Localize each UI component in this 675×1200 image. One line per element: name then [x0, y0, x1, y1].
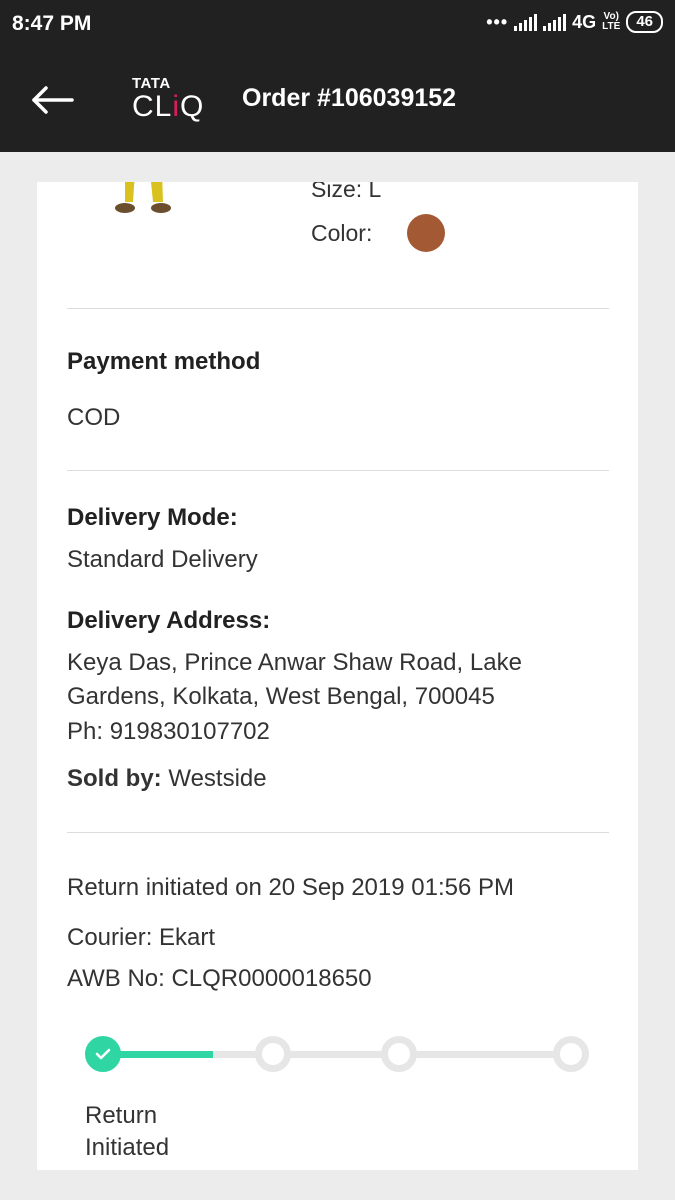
back-button[interactable]: [28, 80, 76, 120]
status-bar: 8:47 PM ••• 4G Vo) LTE 46: [0, 0, 675, 48]
product-color-swatch: [407, 214, 445, 252]
logo-cl: CL: [132, 90, 173, 123]
volte-icon: Vo) LTE: [602, 12, 620, 32]
network-type: 4G: [572, 11, 597, 32]
battery-icon: 46: [626, 11, 663, 33]
delivery-address-heading: Delivery Address:: [67, 607, 271, 634]
delivery-address: Keya Das, Prince Anwar Shaw Road, Lake G…: [67, 649, 522, 710]
sold-by-value: Westside: [168, 765, 267, 792]
step-2-node: [255, 1036, 291, 1072]
return-initiated-text: Return initiated on 20 Sep 2019 01:56 PM: [67, 874, 514, 901]
logo-i: i: [172, 90, 181, 123]
step-4-node: [553, 1036, 589, 1072]
arrow-left-icon: [32, 86, 74, 114]
logo-bottom-text: CLiQ: [132, 92, 212, 122]
status-time: 8:47 PM: [12, 12, 92, 35]
tata-cliq-logo[interactable]: TATA CLiQ: [132, 76, 212, 126]
product-image[interactable]: [107, 182, 177, 232]
awb-number: AWB No: CLQR0000018650: [67, 965, 372, 992]
app-header: TATA CLiQ Order #106039152: [0, 48, 675, 152]
delivery-mode-heading: Delivery Mode:: [67, 504, 238, 531]
sold-by-label: Sold by:: [67, 765, 162, 792]
signal-strength-icon: [514, 13, 538, 31]
divider: [67, 832, 609, 833]
step-1-check-icon: [85, 1036, 121, 1072]
delivery-phone: Ph: 919830107702: [67, 718, 270, 745]
payment-method-heading: Payment method: [67, 348, 261, 375]
payment-method-value: COD: [67, 404, 121, 431]
courier-name: Courier: Ekart: [67, 924, 216, 951]
order-details-card: Size: L Color: Payment method COD Delive…: [37, 182, 638, 1170]
delivery-mode-value: Standard Delivery: [67, 546, 258, 573]
divider: [67, 308, 609, 309]
divider: [67, 470, 609, 471]
status-icons: ••• 4G Vo) LTE 46: [486, 11, 663, 33]
product-color-label: Color:: [311, 220, 373, 246]
signal-strength-icon-2: [543, 13, 567, 31]
step-3-node: [381, 1036, 417, 1072]
page-title: Order #106039152: [242, 84, 457, 112]
logo-q: Q: [180, 90, 205, 123]
sold-by: Sold by: Westside: [67, 765, 267, 793]
volte-bottom: LTE: [602, 21, 621, 32]
notification-dots-icon: •••: [486, 11, 509, 32]
current-step-label: Return Initiated: [85, 1102, 170, 1161]
product-size: Size: L: [311, 182, 382, 202]
return-progress-tracker: [85, 1034, 593, 1074]
